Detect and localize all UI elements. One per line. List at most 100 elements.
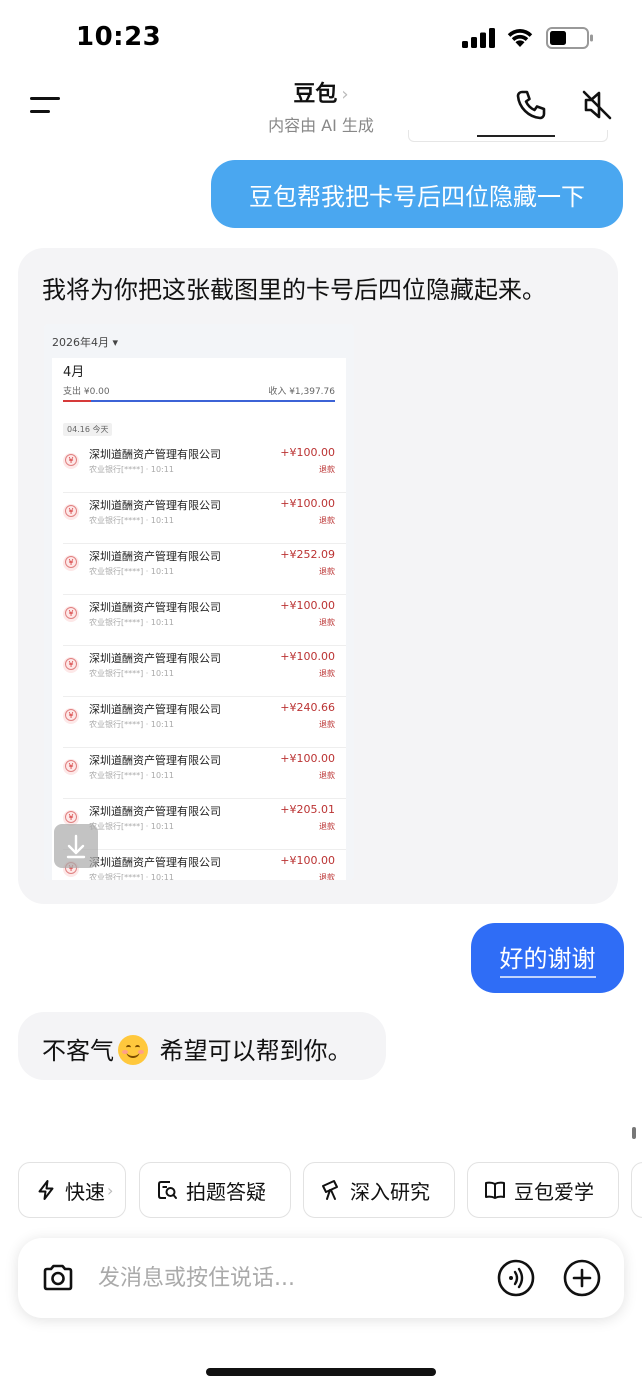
chevron-right-icon: › <box>107 1180 114 1200</box>
camera-icon[interactable] <box>40 1260 76 1296</box>
edited-screenshot-image[interactable]: 2026年4月 ▾ 4月 支出 ¥0.00 收入 ¥1,397.76 04.16… <box>44 324 354 880</box>
transaction-list: ¥ 深圳道酬资产管理有限公司 农业银行[****] · 10:11 +¥100.… <box>52 442 346 880</box>
month-selector: 2026年4月 ▾ <box>52 336 119 349</box>
transaction-amount: +¥240.66 <box>280 701 335 714</box>
home-indicator <box>206 1368 436 1376</box>
income-total: 收入 ¥1,397.76 <box>268 387 335 397</box>
transaction-amount: +¥252.09 <box>280 548 335 561</box>
status-bar: 10:23 <box>0 0 642 76</box>
chat-title[interactable]: 豆包 <box>293 76 337 108</box>
transaction-row: ¥ 深圳道酬资产管理有限公司 农业银行[****] · 10:11 +¥100.… <box>63 748 346 799</box>
previous-message-edge <box>408 130 608 142</box>
transaction-row: ¥ 深圳道酬资产管理有限公司 农业银行[****] · 10:11 +¥100.… <box>63 442 346 493</box>
phone-icon[interactable] <box>514 88 548 122</box>
transaction-name: 深圳道酬资产管理有限公司 <box>89 652 221 665</box>
transaction-name: 深圳道酬资产管理有限公司 <box>89 601 221 614</box>
statement-card: 4月 支出 ¥0.00 收入 ¥1,397.76 04.16 今天 ¥ 深圳道酬… <box>52 358 346 880</box>
transaction-type: 退款 <box>319 567 335 576</box>
assistant-message-bubble: 我将为你把这张截图里的卡号后四位隐藏起来。 2026年4月 ▾ 4月 支出 ¥0… <box>18 248 618 904</box>
yuan-icon: ¥ <box>63 555 79 571</box>
battery-icon <box>546 27 593 49</box>
chat-header: 豆包 › 内容由 AI 生成 <box>0 76 642 136</box>
transaction-amount: +¥100.00 <box>280 854 335 867</box>
transaction-row: ¥ 深圳道酬资产管理有限公司 农业银行[****] · 10:11 +¥100.… <box>63 850 346 880</box>
transaction-row: ¥ 深圳道酬资产管理有限公司 农业银行[****] · 10:11 +¥100.… <box>63 493 346 544</box>
transaction-type: 退款 <box>319 516 335 525</box>
date-tag: 04.16 今天 <box>63 423 113 436</box>
transaction-type: 退款 <box>319 873 335 880</box>
transaction-name: 深圳道酬资产管理有限公司 <box>89 499 221 512</box>
transaction-name: 深圳道酬资产管理有限公司 <box>89 805 221 818</box>
chip-fast-mode[interactable]: 快速 › <box>18 1162 126 1218</box>
download-image-button[interactable] <box>54 824 98 868</box>
photo-search-icon <box>158 1181 177 1199</box>
assistant-message-text: 我将为你把这张截图里的卡号后四位隐藏起来。 <box>42 276 546 304</box>
transaction-account: 农业银行[****] · 10:11 <box>89 873 174 880</box>
transaction-name: 深圳道酬资产管理有限公司 <box>89 550 221 563</box>
assistant-text-part: 不客气 <box>42 1037 114 1065</box>
yuan-icon: ¥ <box>63 657 79 673</box>
transaction-amount: +¥100.00 <box>280 599 335 612</box>
transaction-account: 农业银行[****] · 10:11 <box>89 516 174 525</box>
menu-icon[interactable] <box>28 94 62 116</box>
transaction-row: ¥ 深圳道酬资产管理有限公司 农业银行[****] · 10:11 +¥100.… <box>63 595 346 646</box>
assistant-text-part: 希望可以帮到你。 <box>152 1037 352 1065</box>
assistant-message-bubble: 不客气 希望可以帮到你。 <box>18 1012 386 1080</box>
transaction-name: 深圳道酬资产管理有限公司 <box>89 754 221 767</box>
transaction-amount: +¥100.00 <box>280 752 335 765</box>
transaction-row: ¥ 深圳道酬资产管理有限公司 农业银行[****] · 10:11 +¥240.… <box>63 697 346 748</box>
plus-icon[interactable] <box>562 1258 602 1298</box>
transaction-account: 农业银行[****] · 10:11 <box>89 567 174 576</box>
transaction-type: 退款 <box>319 669 335 678</box>
yuan-icon: ¥ <box>63 708 79 724</box>
transaction-account: 农业银行[****] · 10:11 <box>89 822 174 831</box>
transaction-type: 退款 <box>319 822 335 831</box>
message-composer <box>18 1238 624 1318</box>
transaction-amount: +¥205.01 <box>280 803 335 816</box>
transaction-account: 农业银行[****] · 10:11 <box>89 771 174 780</box>
yuan-icon: ¥ <box>63 453 79 469</box>
chip-label: 豆包爱学 <box>514 1179 594 1204</box>
chat-title-area[interactable]: 豆包 › 内容由 AI 生成 <box>221 76 421 136</box>
smiling-face-emoji-icon <box>118 1035 148 1065</box>
user-message-text: 豆包帮我把卡号后四位隐藏一下 <box>249 182 585 211</box>
expense-total: 支出 ¥0.00 <box>63 387 110 397</box>
transaction-name: 深圳道酬资产管理有限公司 <box>89 448 221 461</box>
chip-more[interactable] <box>631 1162 642 1218</box>
transaction-account: 农业银行[****] · 10:11 <box>89 669 174 678</box>
transaction-row: ¥ 深圳道酬资产管理有限公司 农业银行[****] · 10:11 +¥252.… <box>63 544 346 595</box>
scroll-indicator <box>632 1127 636 1139</box>
status-time: 10:23 <box>76 22 162 52</box>
chip-label: 拍题答疑 <box>186 1179 266 1204</box>
ai-generated-notice: 内容由 AI 生成 <box>268 116 374 135</box>
transaction-type: 退款 <box>319 720 335 729</box>
chip-doubao-learn[interactable]: 豆包爱学 <box>467 1162 619 1218</box>
yuan-icon: ¥ <box>63 504 79 520</box>
user-message-text: 好的谢谢 <box>499 939 596 978</box>
income-expense-bar <box>63 400 335 402</box>
voice-input-icon[interactable] <box>496 1258 536 1298</box>
book-icon <box>485 1181 505 1199</box>
telescope-icon <box>322 1180 338 1200</box>
message-input[interactable] <box>98 1258 478 1298</box>
transaction-account: 农业银行[****] · 10:11 <box>89 465 174 474</box>
assistant-message-text: 不客气 希望可以帮到你。 <box>42 1031 352 1066</box>
chip-photo-qa[interactable]: 拍题答疑 <box>139 1162 291 1218</box>
transaction-account: 农业银行[****] · 10:11 <box>89 618 174 627</box>
transaction-name: 深圳道酬资产管理有限公司 <box>89 703 221 716</box>
chip-deep-research[interactable]: 深入研究 <box>303 1162 455 1218</box>
transaction-name: 深圳道酬资产管理有限公司 <box>89 856 221 869</box>
download-icon <box>66 834 86 859</box>
transaction-type: 退款 <box>319 771 335 780</box>
transaction-type: 退款 <box>319 465 335 474</box>
transaction-row: ¥ 深圳道酬资产管理有限公司 农业银行[****] · 10:11 +¥205.… <box>63 799 346 850</box>
chevron-right-icon: › <box>341 84 349 105</box>
transaction-amount: +¥100.00 <box>280 650 335 663</box>
cellular-signal-icon <box>462 28 495 48</box>
mute-speaker-icon[interactable] <box>580 88 614 122</box>
user-message-bubble[interactable]: 好的谢谢 <box>471 923 624 993</box>
yuan-icon: ¥ <box>63 759 79 775</box>
user-message-bubble[interactable]: 豆包帮我把卡号后四位隐藏一下 <box>211 160 623 228</box>
chip-label: 快速 <box>65 1179 105 1204</box>
transaction-amount: +¥100.00 <box>280 497 335 510</box>
